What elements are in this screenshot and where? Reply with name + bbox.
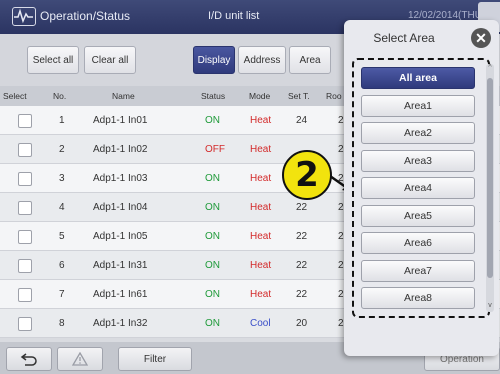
area-list-scrollbar[interactable]: ^ v <box>486 64 494 312</box>
area-option-area8[interactable]: Area8 <box>361 287 475 309</box>
row-set-temp: 20 <box>296 318 308 329</box>
clear-all-button[interactable]: Clear all <box>84 46 136 74</box>
row-status: ON <box>205 202 220 213</box>
row-room: 2 <box>338 260 344 271</box>
row-status: OFF <box>205 144 225 155</box>
row-name: Adp1-1 In02 <box>93 144 148 155</box>
area-button[interactable]: Area <box>289 46 331 74</box>
row-mode: Cool <box>250 318 271 329</box>
row-set-temp: 22 <box>296 231 308 242</box>
row-checkbox[interactable] <box>18 201 32 215</box>
row-set-temp: 22 <box>296 289 308 300</box>
close-icon[interactable]: ✕ <box>471 28 491 48</box>
col-status: Status <box>201 91 226 101</box>
row-name: Adp1-1 In04 <box>93 202 148 213</box>
address-button[interactable]: Address <box>238 46 286 74</box>
row-mode: Heat <box>250 115 272 126</box>
row-no: 5 <box>59 231 65 242</box>
row-room: 2 <box>338 115 344 126</box>
row-no: 4 <box>59 202 65 213</box>
row-status: ON <box>205 318 220 329</box>
area-list: All area Area1 Area2 Area3 Area4 Area5 Area6 Ar… <box>352 58 490 318</box>
row-room: 2 <box>338 144 344 155</box>
col-set-temp: Set T. <box>288 91 310 101</box>
back-button[interactable] <box>6 347 52 371</box>
row-no: 3 <box>59 173 65 184</box>
row-checkbox[interactable] <box>18 230 32 244</box>
col-mode: Mode <box>249 91 271 101</box>
row-checkbox[interactable] <box>18 114 32 128</box>
row-status: ON <box>205 173 220 184</box>
row-set-temp: 24 <box>296 115 308 126</box>
row-mode: Heat <box>250 260 272 271</box>
list-title: I/D unit list <box>208 10 260 22</box>
select-area-dialog: Select Area ✕ All area Area1 Area2 Area3 Are… <box>344 20 499 356</box>
area-option-area1[interactable]: Area1 <box>361 94 475 117</box>
row-status: ON <box>205 260 220 271</box>
scroll-thumb[interactable] <box>487 78 493 278</box>
row-name: Adp1-1 In32 <box>93 318 148 329</box>
display-button[interactable]: Display <box>193 46 235 74</box>
area-option-area5[interactable]: Area5 <box>361 204 475 227</box>
row-no: 1 <box>59 115 65 126</box>
alarm-button[interactable] <box>57 347 103 371</box>
back-arrow-icon <box>20 353 37 366</box>
area-option-area2[interactable]: Area2 <box>361 122 475 144</box>
row-mode: Heat <box>250 202 272 213</box>
row-set-temp: 22 <box>296 202 308 213</box>
area-option-area4[interactable]: Area4 <box>361 177 475 199</box>
select-all-button[interactable]: Select all <box>27 46 79 74</box>
row-room: 2 <box>338 231 344 242</box>
operation-status-icon[interactable] <box>12 7 36 26</box>
row-checkbox[interactable] <box>18 143 32 157</box>
row-mode: Heat <box>250 289 272 300</box>
row-no: 7 <box>59 289 65 300</box>
row-room: 2 <box>338 202 344 213</box>
scroll-up-icon[interactable]: ^ <box>486 64 494 74</box>
area-option-area6[interactable]: Area6 <box>361 232 475 254</box>
row-name: Adp1-1 In31 <box>93 260 148 271</box>
row-no: 8 <box>59 318 65 329</box>
row-room: 2 <box>338 318 344 329</box>
row-mode: Heat <box>250 144 272 155</box>
row-status: ON <box>205 289 220 300</box>
row-name: Adp1-1 In03 <box>93 173 148 184</box>
row-status: ON <box>205 115 220 126</box>
row-checkbox[interactable] <box>18 288 32 302</box>
filter-button[interactable]: Filter <box>118 347 192 371</box>
area-option-area3[interactable]: Area3 <box>361 149 475 172</box>
row-name: Adp1-1 In05 <box>93 231 148 242</box>
col-no: No. <box>53 91 67 101</box>
row-room: 2 <box>338 289 344 300</box>
step-number-callout: 2 <box>282 150 332 200</box>
row-checkbox[interactable] <box>18 172 32 186</box>
scroll-down-icon[interactable]: v <box>486 302 494 312</box>
col-room: Roo <box>326 91 342 101</box>
row-no: 2 <box>59 144 65 155</box>
area-option-area7[interactable]: Area7 <box>361 259 475 282</box>
page-title: Operation/Status <box>40 9 131 23</box>
row-name: Adp1-1 In61 <box>93 289 148 300</box>
warning-icon <box>72 352 88 366</box>
dialog-title: Select Area <box>373 31 435 45</box>
row-checkbox[interactable] <box>18 317 32 331</box>
col-select: Select <box>3 91 27 101</box>
row-checkbox[interactable] <box>18 259 32 273</box>
row-set-temp: 22 <box>296 260 308 271</box>
row-status: ON <box>205 231 220 242</box>
row-mode: Heat <box>250 173 272 184</box>
row-name: Adp1-1 In01 <box>93 115 148 126</box>
row-no: 6 <box>59 260 65 271</box>
row-mode: Heat <box>250 231 272 242</box>
col-name: Name <box>112 91 135 101</box>
area-option-all-area[interactable]: All area <box>361 67 475 89</box>
